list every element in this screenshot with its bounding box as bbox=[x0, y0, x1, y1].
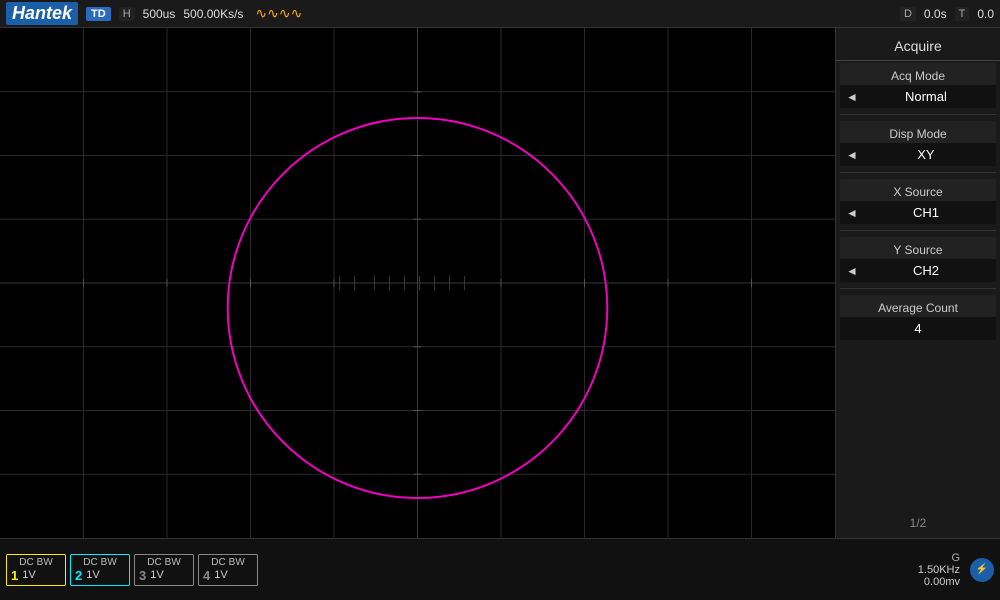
bottom-bar: DC BW 1 1V DC BW 2 1V DC BW 3 1V DC bbox=[0, 538, 1000, 600]
disp-mode-value: XY bbox=[862, 147, 990, 162]
avg-count-label: Average Count bbox=[840, 295, 996, 317]
panel-page: 1/2 bbox=[836, 508, 1000, 534]
ch3-voltage: 1V bbox=[150, 569, 163, 581]
samplerate-value: 500.00Ks/s bbox=[183, 7, 243, 21]
trigger-symbol: ⚡ bbox=[976, 564, 988, 575]
acq-mode-row[interactable]: ◄ Normal bbox=[840, 85, 996, 108]
bottom-stats: G 1.50KHz 0.00mv bbox=[918, 552, 960, 588]
ch3-bw: BW bbox=[165, 557, 181, 568]
logo: Hantek bbox=[6, 2, 78, 25]
divider-3 bbox=[840, 230, 996, 231]
right-panel: Acquire Acq Mode ◄ Normal Disp Mode ◄ XY… bbox=[836, 28, 1000, 538]
divider-2 bbox=[840, 172, 996, 173]
vpp-value: 0.00mv bbox=[924, 576, 960, 588]
y-source-left-arrow[interactable]: ◄ bbox=[846, 264, 858, 278]
scope-display bbox=[0, 28, 836, 538]
top-bar: Hantek TD H 500us 500.00Ks/s ∿∿∿∿ D 0.0s… bbox=[0, 0, 1000, 28]
ch4-block[interactable]: DC BW 4 1V bbox=[198, 554, 258, 586]
g-label: G bbox=[951, 552, 960, 564]
panel-title: Acquire bbox=[836, 32, 1000, 61]
x-source-row[interactable]: ◄ CH1 bbox=[840, 201, 996, 224]
ch2-voltage: 1V bbox=[86, 569, 99, 581]
ch4-voltage: 1V bbox=[214, 569, 227, 581]
x-source-left-arrow[interactable]: ◄ bbox=[846, 206, 858, 220]
ch1-dc: DC bbox=[19, 557, 33, 568]
freq-value: 1.50KHz bbox=[918, 564, 960, 576]
ch3-block[interactable]: DC BW 3 1V bbox=[134, 554, 194, 586]
ch1-number: 1 bbox=[11, 568, 18, 583]
y-source-value: CH2 bbox=[862, 263, 990, 278]
acq-mode-left-arrow[interactable]: ◄ bbox=[846, 90, 858, 104]
x-source-label: X Source bbox=[840, 179, 996, 201]
y-source-label: Y Source bbox=[840, 237, 996, 259]
trigger-value: 0.0 bbox=[977, 7, 994, 21]
x-source-value: CH1 bbox=[862, 205, 990, 220]
ch2-bw: BW bbox=[101, 557, 117, 568]
ch1-bw: BW bbox=[37, 557, 53, 568]
acq-mode-value: Normal bbox=[862, 89, 990, 104]
h-label: H bbox=[119, 7, 135, 21]
ch1-info: DC BW bbox=[11, 557, 61, 568]
ch4-number: 4 bbox=[203, 568, 210, 583]
scope-grid bbox=[0, 28, 835, 538]
ch3-number: 3 bbox=[139, 568, 146, 583]
mode-badge: TD bbox=[86, 7, 111, 21]
ch4-dc: DC bbox=[211, 557, 225, 568]
ch2-block[interactable]: DC BW 2 1V bbox=[70, 554, 130, 586]
ch2-dc: DC bbox=[83, 557, 97, 568]
ch1-voltage: 1V bbox=[22, 569, 35, 581]
ch2-number: 2 bbox=[75, 568, 82, 583]
avg-count-row: 4 bbox=[840, 317, 996, 340]
main-area: Acquire Acq Mode ◄ Normal Disp Mode ◄ XY… bbox=[0, 28, 1000, 538]
d-label: D bbox=[900, 7, 916, 21]
y-source-row[interactable]: ◄ CH2 bbox=[840, 259, 996, 282]
timebase-value: 500us bbox=[143, 7, 176, 21]
disp-mode-left-arrow[interactable]: ◄ bbox=[846, 148, 858, 162]
delay-value: 0.0s bbox=[924, 7, 947, 21]
ch4-bw: BW bbox=[229, 557, 245, 568]
ch2-info: DC BW bbox=[75, 557, 125, 568]
ch3-info: DC BW bbox=[139, 557, 189, 568]
t-label: T bbox=[955, 7, 970, 21]
ch1-block[interactable]: DC BW 1 1V bbox=[6, 554, 66, 586]
divider-1 bbox=[840, 114, 996, 115]
ch4-info: DC BW bbox=[203, 557, 253, 568]
disp-mode-row[interactable]: ◄ XY bbox=[840, 143, 996, 166]
trigger-icon[interactable]: ⚡ bbox=[970, 558, 994, 582]
divider-4 bbox=[840, 288, 996, 289]
avg-count-value: 4 bbox=[846, 321, 990, 336]
disp-mode-label: Disp Mode bbox=[840, 121, 996, 143]
ch3-dc: DC bbox=[147, 557, 161, 568]
acq-mode-label: Acq Mode bbox=[840, 63, 996, 85]
waveform-preview-icon: ∿∿∿∿ bbox=[255, 5, 302, 22]
